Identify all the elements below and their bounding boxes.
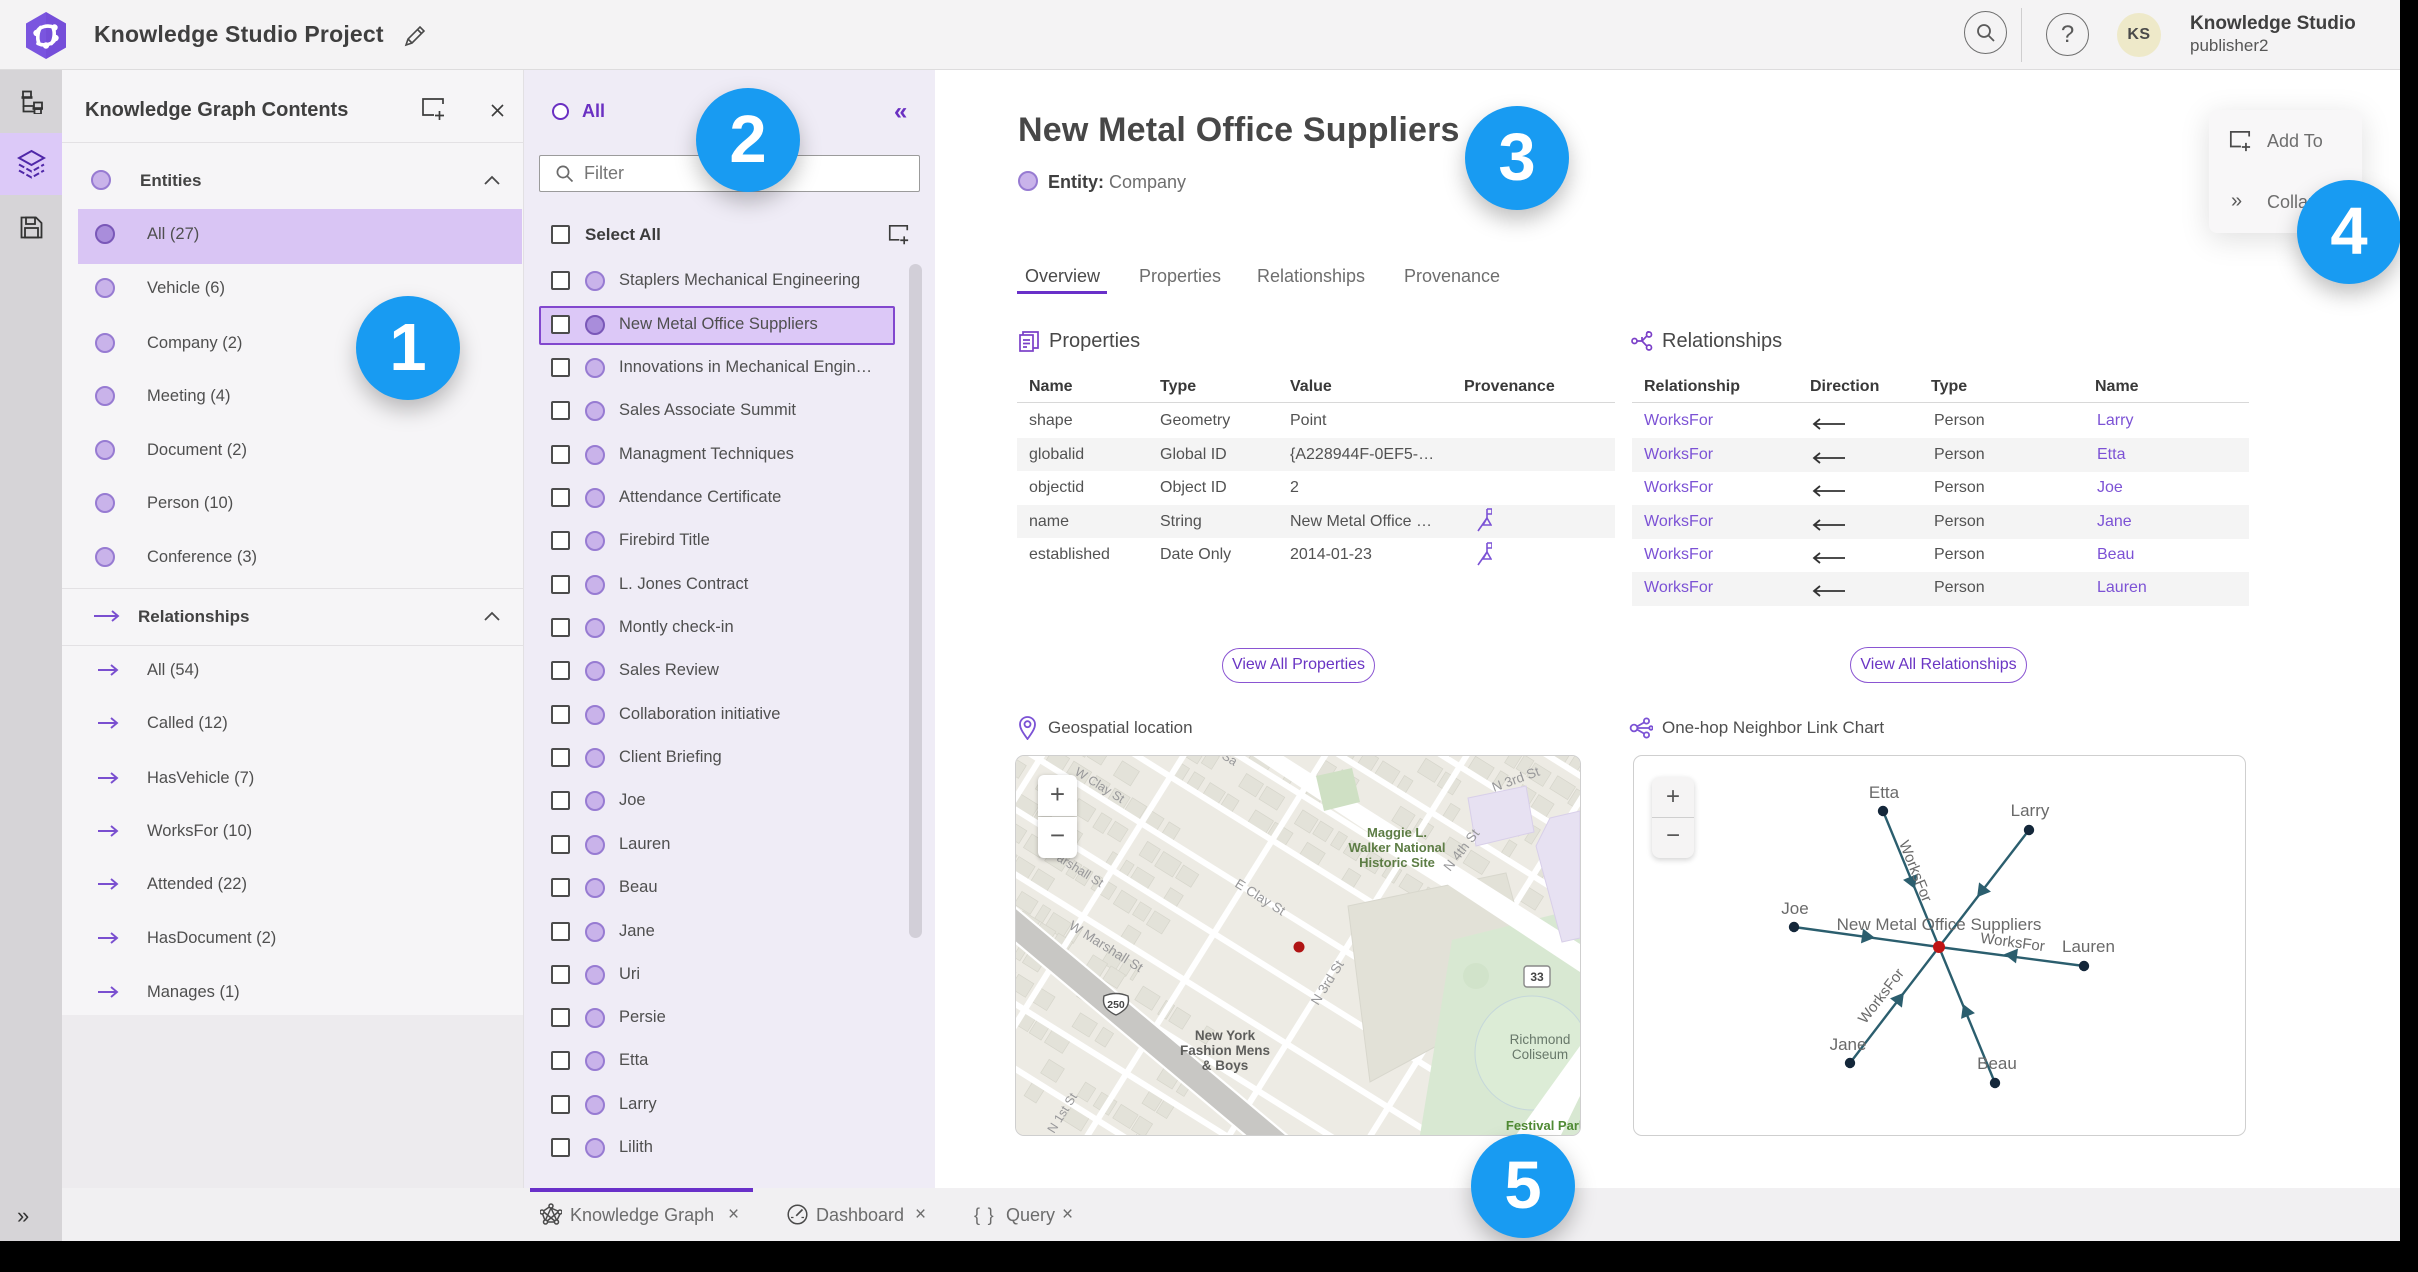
svg-text:Etta: Etta — [1869, 783, 1900, 802]
svg-text:Beau: Beau — [1977, 1054, 2017, 1073]
svg-text:Coliseum: Coliseum — [1512, 1047, 1568, 1062]
svg-text:WorksFor: WorksFor — [1895, 838, 1935, 904]
svg-text:Richmond: Richmond — [1510, 1032, 1571, 1047]
svg-text:Walker National: Walker National — [1348, 840, 1445, 855]
svg-text:Festival Park: Festival Park — [1506, 1118, 1580, 1133]
svg-text:Maggie L.: Maggie L. — [1367, 825, 1427, 840]
svg-text:Joe: Joe — [1781, 899, 1808, 918]
svg-text:Lauren: Lauren — [2062, 937, 2115, 956]
svg-text:250: 250 — [1107, 999, 1125, 1011]
svg-text:Fashion Mens: Fashion Mens — [1180, 1043, 1270, 1058]
svg-text:33: 33 — [1530, 970, 1544, 984]
svg-text:New Metal Office Suppliers: New Metal Office Suppliers — [1837, 915, 2042, 934]
svg-text:Larry: Larry — [2011, 801, 2050, 820]
svg-text:Historic Site: Historic Site — [1359, 855, 1435, 870]
svg-text:& Boys: & Boys — [1202, 1058, 1249, 1073]
svg-text:New York: New York — [1195, 1028, 1256, 1043]
svg-text:Jane: Jane — [1830, 1035, 1867, 1054]
